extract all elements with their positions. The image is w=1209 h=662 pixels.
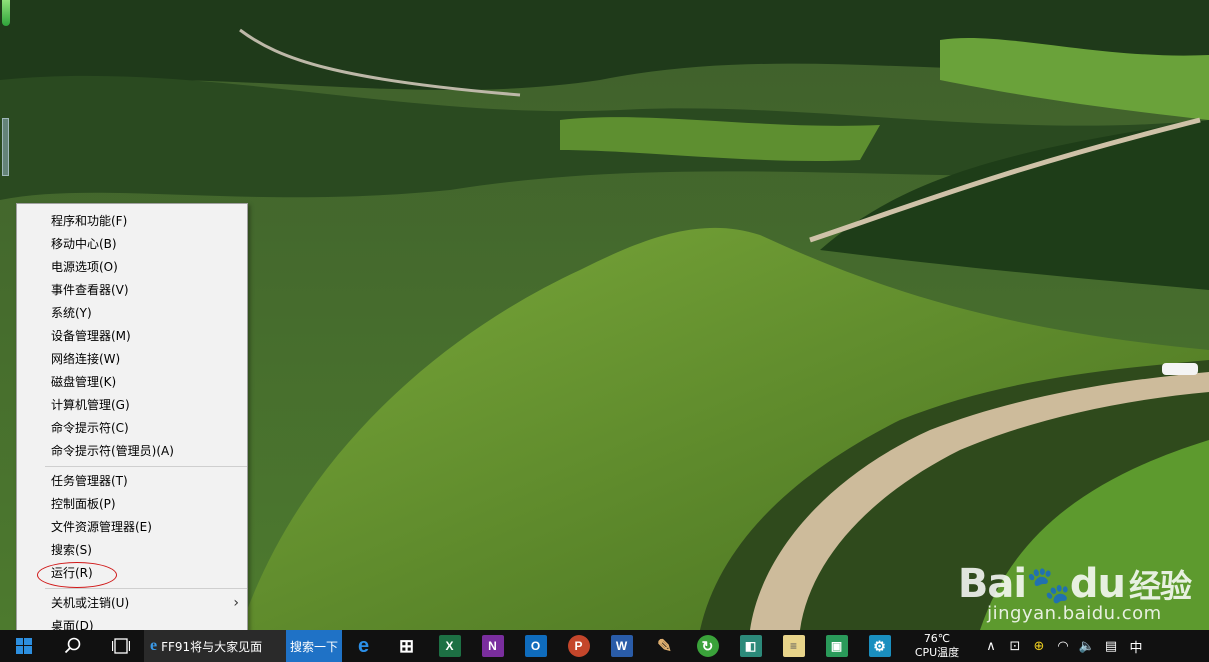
menu-item-network-connections[interactable]: 网络连接(W) (17, 348, 247, 371)
taskbar-window-title: FF91将与大家见面 (161, 639, 263, 654)
image-app-icon: ◧ (739, 635, 762, 657)
chevron-right-icon: › (233, 595, 239, 611)
store-icon: ⊞ (398, 635, 415, 656)
powerpoint-icon: P (567, 635, 590, 657)
baidu-watermark: Bai🐾du 经验 jingyan.baidu.com (957, 561, 1192, 624)
security-app-icon[interactable]: ⊕ (1027, 639, 1051, 654)
menu-item-command-prompt[interactable]: 命令提示符(C) (17, 417, 247, 440)
taskbar-app-green-refresh[interactable]: ↻ (686, 630, 729, 662)
menu-separator (45, 588, 247, 589)
paw-icon: 🐾 (1026, 565, 1071, 606)
taskbar-search-tile[interactable]: 搜索一下 (286, 630, 342, 662)
watermark-logo-left: Bai (957, 561, 1027, 607)
outlook-icon: O (524, 635, 547, 657)
watermark-logo: Bai🐾du 经验 (957, 561, 1192, 607)
menu-item-programs-features[interactable]: 程序和功能(F) (17, 210, 247, 233)
task-view-icon (112, 638, 130, 654)
taskbar-app-store[interactable]: ⊞ (385, 630, 428, 662)
cpu-temperature-widget[interactable]: 76℃ CPU温度 (901, 630, 973, 662)
taskbar-window-ie[interactable]: e FF91将与大家见面 (144, 630, 286, 662)
taskbar-app-outlook[interactable]: O (514, 630, 557, 662)
cpu-temperature-label: CPU温度 (914, 646, 960, 659)
menu-item-computer-management[interactable]: 计算机管理(G) (17, 394, 247, 417)
taskbar-app-powerpoint[interactable]: P (557, 630, 600, 662)
taskbar-app-image[interactable]: ◧ (729, 630, 772, 662)
menu-item-command-prompt-admin[interactable]: 命令提示符(管理员)(A) (17, 440, 247, 463)
menu-item-search[interactable]: 搜索(S) (17, 539, 247, 562)
menu-item-system[interactable]: 系统(Y) (17, 302, 247, 325)
settings-icon: ⚙ (868, 635, 891, 657)
ie-icon: e (150, 637, 158, 654)
menu-item-power-options[interactable]: 电源选项(O) (17, 256, 247, 279)
ime-indicator[interactable]: 中 (1123, 637, 1149, 656)
notepad-icon: ≡ (782, 635, 805, 657)
menu-item-event-viewer[interactable]: 事件查看器(V) (17, 279, 247, 302)
taskbar-search-button[interactable] (48, 630, 98, 662)
system-tray: ∧ ⊡ ⊕ ◠ 🔈 ▤ 中 (979, 630, 1149, 662)
menu-separator (45, 466, 247, 467)
menu-item-device-manager[interactable]: 设备管理器(M) (17, 325, 247, 348)
edge-icon: e (357, 634, 370, 657)
taskbar-app-edge[interactable]: e (342, 630, 385, 662)
refresh-app-icon: ↻ (696, 635, 719, 657)
watermark-logo-right: du (1069, 561, 1126, 607)
taskbar-app-settings[interactable]: ⚙ (858, 630, 901, 662)
notification-icon[interactable]: ▤ (1099, 639, 1123, 654)
menu-item-file-explorer[interactable]: 文件资源管理器(E) (17, 516, 247, 539)
paint-icon: ✎ (656, 635, 673, 656)
word-icon: W (610, 635, 633, 657)
menu-item-task-manager[interactable]: 任务管理器(T) (17, 470, 247, 493)
onenote-icon: N (481, 635, 504, 657)
photo-app-icon: ▣ (825, 635, 848, 657)
cpu-temperature-value: 76℃ (923, 632, 951, 645)
taskbar-app-notepad[interactable]: ≡ (772, 630, 815, 662)
chevron-up-icon[interactable]: ∧ (979, 639, 1003, 654)
windows-logo-icon (16, 638, 32, 654)
taskbar: e FF91将与大家见面 搜索一下 e ⊞ X N O P W ✎ ↻ ◧ ≡ … (0, 630, 1209, 662)
watermark-url: jingyan.baidu.com (987, 603, 1162, 624)
taskbar-app-photo[interactable]: ▣ (815, 630, 858, 662)
menu-item-shutdown-label: 关机或注销(U) (51, 596, 130, 610)
menu-item-disk-management[interactable]: 磁盘管理(K) (17, 371, 247, 394)
taskbar-app-onenote[interactable]: N (471, 630, 514, 662)
excel-icon: X (438, 635, 461, 657)
winx-context-menu: 程序和功能(F) 移动中心(B) 电源选项(O) 事件查看器(V) 系统(Y) … (16, 203, 248, 639)
taskbar-app-paint[interactable]: ✎ (643, 630, 686, 662)
taskbar-app-excel[interactable]: X (428, 630, 471, 662)
wifi-icon[interactable]: ◠ (1051, 639, 1075, 654)
taskbar-app-word[interactable]: W (600, 630, 643, 662)
volume-icon[interactable]: 🔈 (1075, 639, 1099, 654)
search-icon (64, 637, 81, 654)
menu-item-run[interactable]: 运行(R) (17, 562, 247, 585)
menu-item-control-panel[interactable]: 控制面板(P) (17, 493, 247, 516)
menu-item-mobility-center[interactable]: 移动中心(B) (17, 233, 247, 256)
start-button[interactable] (0, 630, 48, 662)
desktop-gadget-meter[interactable] (2, 118, 9, 176)
watermark-logo-cn: 经验 (1128, 567, 1192, 605)
task-view-button[interactable] (98, 630, 144, 662)
desktop-gadget-top[interactable] (2, 0, 10, 26)
network-device-icon[interactable]: ⊡ (1003, 639, 1027, 654)
menu-item-shutdown-signout[interactable]: 关机或注销(U) › (17, 592, 247, 615)
